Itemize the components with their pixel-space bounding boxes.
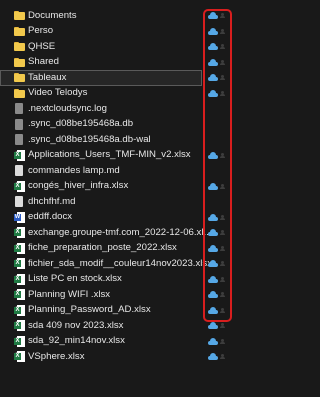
file-row[interactable]: sda_92_min14nov.xlsx [0,334,257,350]
excel-file-icon [14,335,25,347]
item-name: Video Telodys [28,87,88,99]
item-name: Tableaux [28,71,67,83]
item-name: exchange.groupe-tmf.com_2022-12-06.xl... [28,226,212,238]
item-name: Liste PC en stock.xlsx [28,273,122,285]
item-name: sda 409 nov 2023.xlsx [28,319,124,331]
folder-icon [14,10,25,21]
text-file-icon [14,165,25,177]
item-name: dhchfhf.md [28,195,76,207]
hidden-file-icon [14,134,25,146]
excel-file-icon [14,242,25,254]
excel-file-icon [14,180,25,192]
excel-file-icon [14,351,25,363]
excel-file-icon [14,258,25,270]
shared-icon [220,354,225,360]
item-name: fiche_preparation_poste_2022.xlsx [28,242,177,254]
item-name: fichier_sda_modif__couleur14nov2023.xlsx [28,257,212,269]
hidden-file-icon [14,103,25,115]
status-column-highlight [203,9,232,322]
item-name: QHSE [28,40,56,52]
folder-icon [14,72,25,83]
cloud-sync-icon [208,322,218,329]
excel-file-icon [14,320,25,332]
cloud-sync-icon [208,353,218,360]
folder-row[interactable]: Tableaux [0,70,225,86]
item-name: .sync_d08be195468a.db [28,118,134,130]
word-file-icon [14,211,25,223]
folder-icon [14,88,25,99]
item-name: eddff.docx [28,211,73,223]
cloud-sync-icon [208,337,218,345]
item-name: Shared [28,56,59,68]
excel-file-icon [14,304,25,316]
item-name: commandes lamp.md [28,164,120,176]
item-name: VSphere.xlsx [28,350,85,362]
item-name: .sync_d08be195468a.db-wal [28,133,151,145]
sync-status [207,321,227,331]
folder-icon [14,57,25,68]
item-name: Perso [28,25,54,37]
item-name: Documents [28,9,77,21]
file-row[interactable]: VSphere.xlsx [0,349,257,365]
item-name: Planning WIFI .xlsx [28,288,111,300]
folder-icon [14,26,25,37]
excel-file-icon [14,227,25,239]
hidden-file-icon [14,118,25,130]
folder-icon [14,41,25,52]
item-name: sda_92_min14nov.xlsx [28,335,125,347]
shared-icon [220,338,225,345]
sync-status [207,337,227,347]
excel-file-icon [14,273,25,285]
excel-file-icon [14,289,25,301]
text-file-icon [14,196,25,208]
excel-file-icon [14,149,25,161]
item-name: Planning_Password_AD.xlsx [28,304,151,316]
item-name: Applications_Users_TMF-MIN_v2.xlsx [28,149,191,161]
shared-icon [220,323,225,329]
item-name: congés_hiver_infra.xlsx [28,180,129,192]
file-list-pane: Documents Perso QHSE Shared Tableaux Video Te… [0,0,257,397]
sync-status [207,352,227,362]
item-name: .nextcloudsync.log [28,102,107,114]
